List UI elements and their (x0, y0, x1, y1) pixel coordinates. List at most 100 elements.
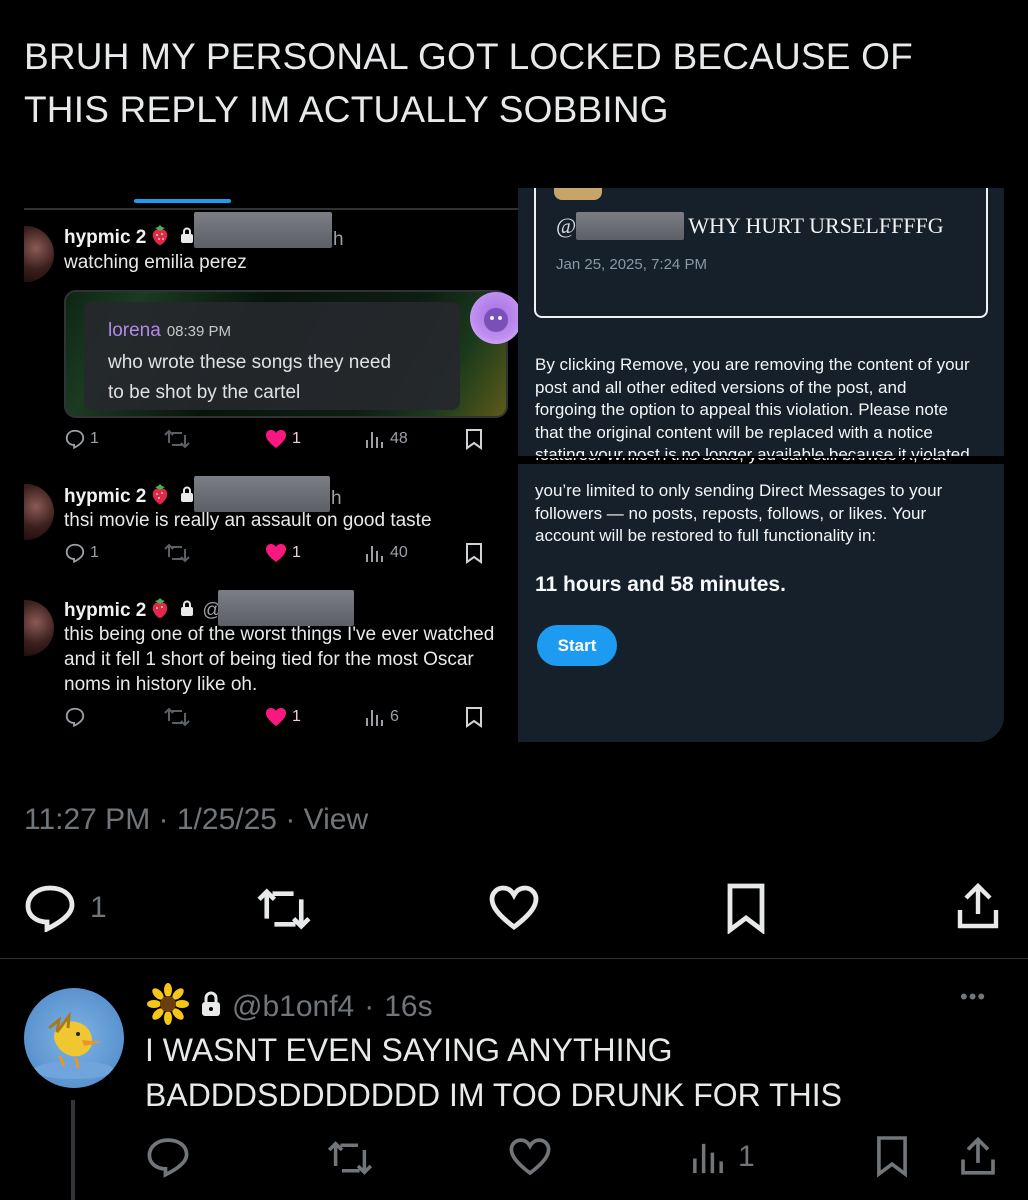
views-button[interactable]: 40 (364, 542, 408, 564)
share-icon (961, 1136, 995, 1175)
attached-screenshot-replies[interactable]: hypmic 2 h watching emilia perez lorena … (24, 190, 522, 750)
separator: · (158, 803, 169, 836)
reply-share-button[interactable] (958, 1136, 998, 1183)
views-button[interactable]: 48 (364, 428, 408, 450)
at-sign: @ (556, 213, 577, 238)
comment-icon (65, 543, 85, 564)
bookmark-button[interactable] (464, 706, 484, 728)
reply-handle[interactable]: @b1onf4 (232, 990, 354, 1024)
reply-repost-button[interactable] (326, 1138, 374, 1183)
notice-line: features. While in this state, you can s… (535, 458, 995, 467)
lock-icon (180, 600, 194, 621)
notice-line: followers — no posts, reposts, follows, … (535, 503, 927, 523)
reply-header: hypmic 2 (64, 224, 194, 251)
notice-line: forgoing the option to appeal this viola… (535, 400, 949, 419)
bookmark-icon (727, 883, 765, 935)
like-count: 1 (292, 544, 301, 561)
cut-off-line: features. While in this state, you can s… (535, 458, 995, 468)
quoted-time: 08:39 PM (166, 323, 232, 340)
strawberry-icon (150, 483, 170, 510)
comment-count: 1 (90, 544, 99, 561)
thread-line (71, 1100, 75, 1200)
attached-screenshot-lock-notice[interactable]: @ WHY HURT URSELFFFFG Jan 25, 2025, 7:24… (518, 188, 1004, 742)
repost-button[interactable] (164, 542, 190, 564)
reply-text-line-1: this being one of the worst things I've … (64, 624, 495, 645)
repost-icon (164, 429, 190, 449)
share-icon (957, 882, 999, 929)
views-count: 6 (390, 708, 399, 725)
comment-button[interactable] (64, 706, 86, 728)
username: hypmic 2 (64, 485, 147, 507)
start-button[interactable]: Start (537, 625, 617, 666)
repost-button[interactable] (164, 428, 190, 450)
reply-button[interactable]: 1 (24, 884, 107, 932)
repost-icon (164, 707, 190, 727)
heart-icon (266, 708, 286, 726)
reply-text: thsi movie is really an assault on good … (64, 510, 432, 531)
bookmark-icon (466, 707, 482, 728)
reply-text-line-3: noms in history like oh. (64, 674, 258, 695)
quoted-text-line-1: who wrote these songs they need (108, 352, 392, 373)
separator: · (285, 803, 296, 836)
like-button[interactable]: 1 (264, 542, 301, 564)
heart-icon (266, 430, 286, 448)
like-button[interactable]: 1 (264, 428, 301, 450)
avatar (24, 226, 54, 282)
reply-header: @b1onf4 · 16s (146, 982, 433, 1031)
lock-icon (200, 991, 222, 1022)
bookmark-button[interactable] (464, 542, 484, 564)
reply-text-line-2: BADDDSDDDDDDD IM TOO DRUNK FOR THIS (145, 1077, 842, 1113)
reply-comment-button[interactable] (146, 1136, 190, 1183)
reply-like-button[interactable] (508, 1136, 552, 1183)
comment-count: 1 (90, 430, 99, 447)
reply-bookmark-button[interactable] (874, 1134, 910, 1183)
violating-post-card: @ WHY HURT URSELFFFFG Jan 25, 2025, 7:24… (534, 188, 988, 318)
sunflower-icon (146, 982, 190, 1031)
repost-button[interactable] (164, 706, 190, 728)
reply-text: this being one of the worst things I've … (64, 622, 494, 697)
like-button[interactable] (488, 884, 540, 937)
comment-icon (65, 429, 85, 450)
bookmark-button[interactable] (724, 882, 768, 939)
reply-text-line-2: and it fell 1 short of being tied for th… (64, 649, 474, 670)
avatar (470, 292, 522, 344)
strawberry-icon (150, 224, 170, 251)
more-options-icon[interactable]: ••• (960, 984, 986, 1010)
post-text: BRUH MY PERSONAL GOT LOCKED BECAUSE OF T… (24, 30, 984, 136)
post-time: 11:27 PM (24, 803, 151, 836)
share-button[interactable] (954, 882, 1002, 937)
quoted-message-image[interactable]: lorena 08:39 PM who wrote these songs th… (64, 290, 508, 418)
redacted-handle (218, 590, 354, 626)
like-count: 1 (292, 708, 301, 725)
violating-post-header: @ WHY HURT URSELFFFFG (556, 212, 944, 240)
reply-time: h (333, 229, 344, 250)
reply-header: hypmic 2 @ (64, 597, 222, 624)
like-count: 1 (292, 430, 301, 447)
views-icon (693, 1143, 723, 1174)
views-count: 48 (390, 430, 408, 447)
divider (24, 208, 518, 210)
repost-icon (164, 543, 190, 563)
views-icon (366, 432, 383, 448)
divider (0, 958, 1028, 959)
repost-icon (257, 888, 311, 930)
username: hypmic 2 (64, 226, 147, 248)
notice-line: that the original content will be replac… (535, 422, 933, 442)
quoted-username: lorena (108, 320, 161, 341)
reply-views-button[interactable]: 1 (690, 1138, 755, 1176)
comment-button[interactable]: 1 (64, 542, 99, 564)
avatar[interactable] (24, 988, 124, 1088)
notice-line: account will be restored to full functio… (535, 526, 877, 545)
views-icon (366, 546, 383, 562)
bookmark-button[interactable] (464, 428, 484, 450)
views-link[interactable]: View (304, 803, 368, 836)
notice-line: post and all other edited versions of th… (535, 377, 907, 397)
views-button[interactable]: 6 (364, 706, 399, 728)
separator: · (364, 989, 375, 1023)
repost-button[interactable] (254, 886, 314, 937)
comment-button[interactable]: 1 (64, 428, 99, 450)
avatar (24, 484, 54, 540)
post-text-line-1: BRUH MY PERSONAL GOT LOCKED BECAUSE OF (24, 36, 913, 77)
like-button[interactable]: 1 (264, 706, 301, 728)
bookmark-icon (466, 543, 482, 564)
